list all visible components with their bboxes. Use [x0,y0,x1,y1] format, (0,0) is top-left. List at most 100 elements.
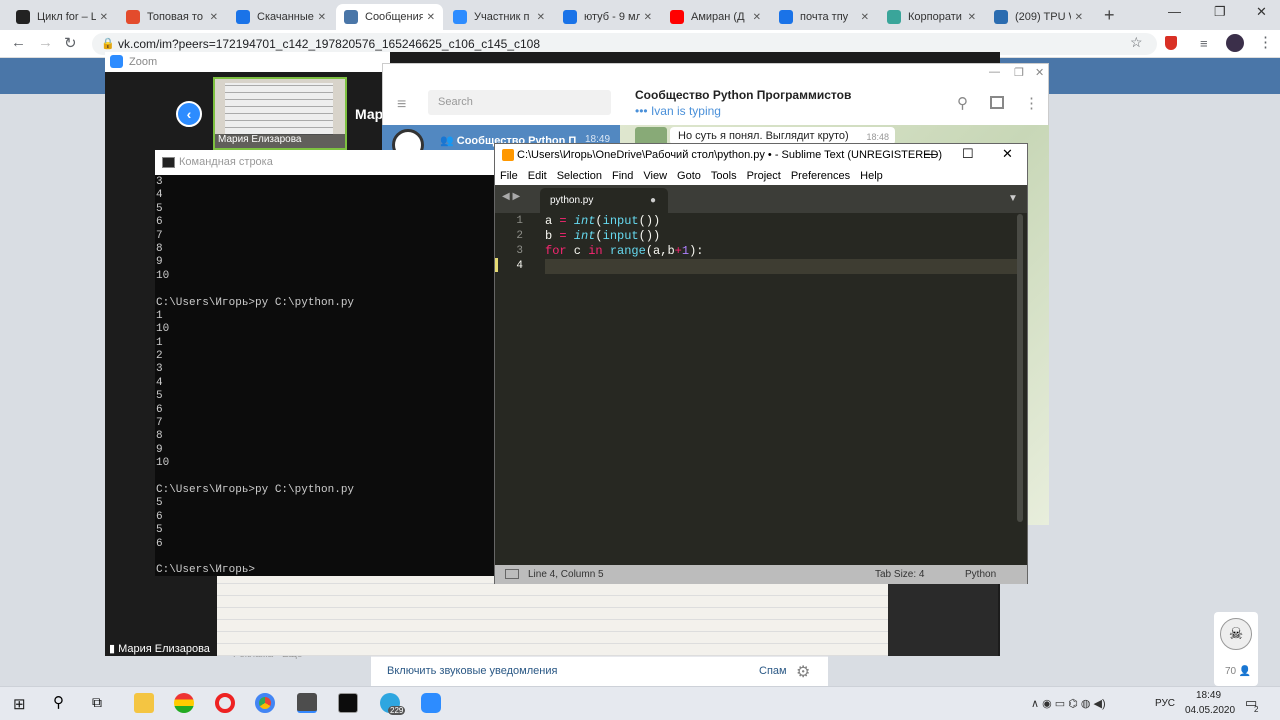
tab-dropdown-icon[interactable]: ▼ [1008,193,1018,204]
task-view-icon[interactable]: ⧉ [92,694,102,711]
tab-nav-arrows-icon[interactable]: ◀ ▶ [502,191,520,202]
sound-notifications-link[interactable]: Включить звуковые уведомления [387,665,557,677]
browser-tab[interactable]: Участник п ✕ [445,4,553,30]
menu-item-goto[interactable]: Goto [677,170,701,182]
tg-close-icon[interactable]: ✕ [1035,66,1044,79]
panel-toggle-icon[interactable] [505,569,519,579]
cmd-line: 5 [156,524,163,537]
browser-tab[interactable]: Скачанные ✕ [228,4,334,30]
menu-item-project[interactable]: Project [747,170,781,182]
opera-icon[interactable] [215,693,235,713]
browser-tab[interactable]: Сообщения ✕ [336,4,443,30]
maximize-icon[interactable]: ❐ [1214,4,1226,20]
zoom-logo-icon [110,55,123,68]
cmd-line: 3 [156,363,163,376]
chrome-icon[interactable] [255,693,275,713]
tab-python-py[interactable]: python.py ● [540,188,668,213]
reload-icon[interactable]: ↻ [64,34,77,52]
cmd-line: 9 [156,256,163,269]
menu-item-view[interactable]: View [643,170,667,182]
menu-item-preferences[interactable]: Preferences [791,170,850,182]
line-number: 4 [516,260,523,272]
cmd-taskbar-icon[interactable] [338,693,358,713]
tab-close-icon[interactable]: ✕ [427,12,435,23]
more-icon[interactable]: ⋮ [1024,94,1039,112]
tg-minimize-icon[interactable]: — [989,66,1000,78]
search-taskbar-icon[interactable]: ⚲ [53,693,64,711]
new-tab-button[interactable]: + [1104,5,1115,26]
file-explorer-icon[interactable] [134,693,154,713]
browser-tab[interactable]: Корпорати ✕ [879,4,984,30]
settings-gear-icon[interactable]: ⚙ [796,662,810,682]
tab-close-icon[interactable]: ✕ [861,12,869,23]
star-icon[interactable]: ☆ [1130,34,1143,51]
tab-close-icon[interactable]: ✕ [968,12,976,23]
community-avatar[interactable]: ☠ [1220,618,1252,650]
tab-size[interactable]: Tab Size: 4 [875,565,924,584]
sublime-maximize-icon[interactable]: ☐ [962,146,974,162]
cmd-titlebar: Командная строка [155,150,495,175]
hamburger-menu-icon[interactable]: ≡ [397,96,406,114]
menu-item-selection[interactable]: Selection [557,170,602,182]
code-line-3[interactable]: for c in range(a,b+1): [545,244,703,258]
back-icon[interactable]: ← [11,34,26,51]
browser-tab[interactable]: Амиран (Д ✕ [662,4,769,30]
tab-close-icon[interactable]: ✕ [1075,12,1083,23]
zoom-titlebar: Zoom [105,52,390,72]
typing-indicator: ••• Ivan is typing [635,104,721,118]
scrollbar[interactable] [1017,214,1023,522]
menu-item-file[interactable]: File [500,170,518,182]
cmd-line [156,471,494,484]
forward-icon[interactable]: → [38,34,53,51]
participant-video-thumb[interactable]: Мария Елизарова [213,77,347,150]
modified-line-marker [495,258,498,272]
search-input[interactable]: Search [428,90,611,115]
url-text: vk.com/im?peers=172194701_c142_197820576… [118,37,541,51]
browser-tab[interactable]: почта тпу ✕ [771,4,877,30]
zoom-prev-page-button[interactable]: ‹ [176,101,202,127]
tab-label: (209) TPU W [1015,11,1071,23]
code-line-4-current[interactable] [545,259,1020,274]
tab-label: Амиран (Д [691,11,745,23]
browser-tab[interactable]: (209) TPU W ✕ [986,4,1091,30]
close-icon[interactable]: ✕ [1256,4,1267,20]
browser-tab[interactable]: ютуб - 9 мл ✕ [555,4,660,30]
menu-icon[interactable]: ⋮ [1258,33,1273,51]
tab-close-icon[interactable]: ✕ [318,12,326,23]
tab-close-icon[interactable]: ✕ [537,12,545,23]
syntax-language[interactable]: Python [965,565,996,584]
minimize-icon[interactable]: — [1168,4,1181,19]
menu-item-tools[interactable]: Tools [711,170,737,182]
yandex-browser-icon[interactable] [174,693,194,713]
clock-time[interactable]: 18:49 [1196,690,1221,701]
cmd-output[interactable]: 3 4 5 6 7 8 9 10 C:\Users\Игорь>py C:\python.py 1… [156,176,494,576]
sublime-close-icon[interactable]: ✕ [1002,146,1013,162]
start-windows-icon[interactable]: ⊞ [13,695,26,713]
code-line-1[interactable]: a = int(input()) [545,214,660,228]
tg-maximize-icon[interactable]: ❐ [1014,66,1024,79]
sidebar-toggle-icon[interactable] [990,96,1004,109]
sublime-minimize-icon[interactable]: — [924,146,937,161]
search-icon[interactable]: ⚲ [957,94,968,112]
tray-icons[interactable]: ∧ ◉ ▭ ⌬ ◍ ◀) [1031,697,1106,710]
sublime-taskbar-icon[interactable] [297,693,317,713]
tab-close-icon[interactable]: ✕ [210,12,218,23]
browser-tab[interactable]: Цикл for – L ✕ [8,4,116,30]
playlist-icon[interactable]: ≡ [1200,36,1208,51]
menu-item-edit[interactable]: Edit [528,170,547,182]
tab-close-icon[interactable]: ✕ [100,12,108,23]
tab-close-icon[interactable]: ✕ [644,12,652,23]
profile-avatar[interactable] [1226,34,1244,52]
zoom-taskbar-icon[interactable] [421,693,441,713]
unsaved-dot-icon[interactable]: ● [650,188,656,213]
code-line-2[interactable]: b = int(input()) [545,229,660,243]
spam-link[interactable]: Спам [759,665,787,677]
shield-extension-icon[interactable] [1165,36,1177,50]
tab-close-icon[interactable]: ✕ [753,12,761,23]
browser-tab[interactable]: Топовая то ✕ [118,4,226,30]
clock-date[interactable]: 04.05.2020 [1185,705,1235,716]
menu-item-find[interactable]: Find [612,170,633,182]
language-indicator[interactable]: РУС [1155,698,1175,709]
menu-item-help[interactable]: Help [860,170,883,182]
cmd-line: 1 [156,309,163,322]
